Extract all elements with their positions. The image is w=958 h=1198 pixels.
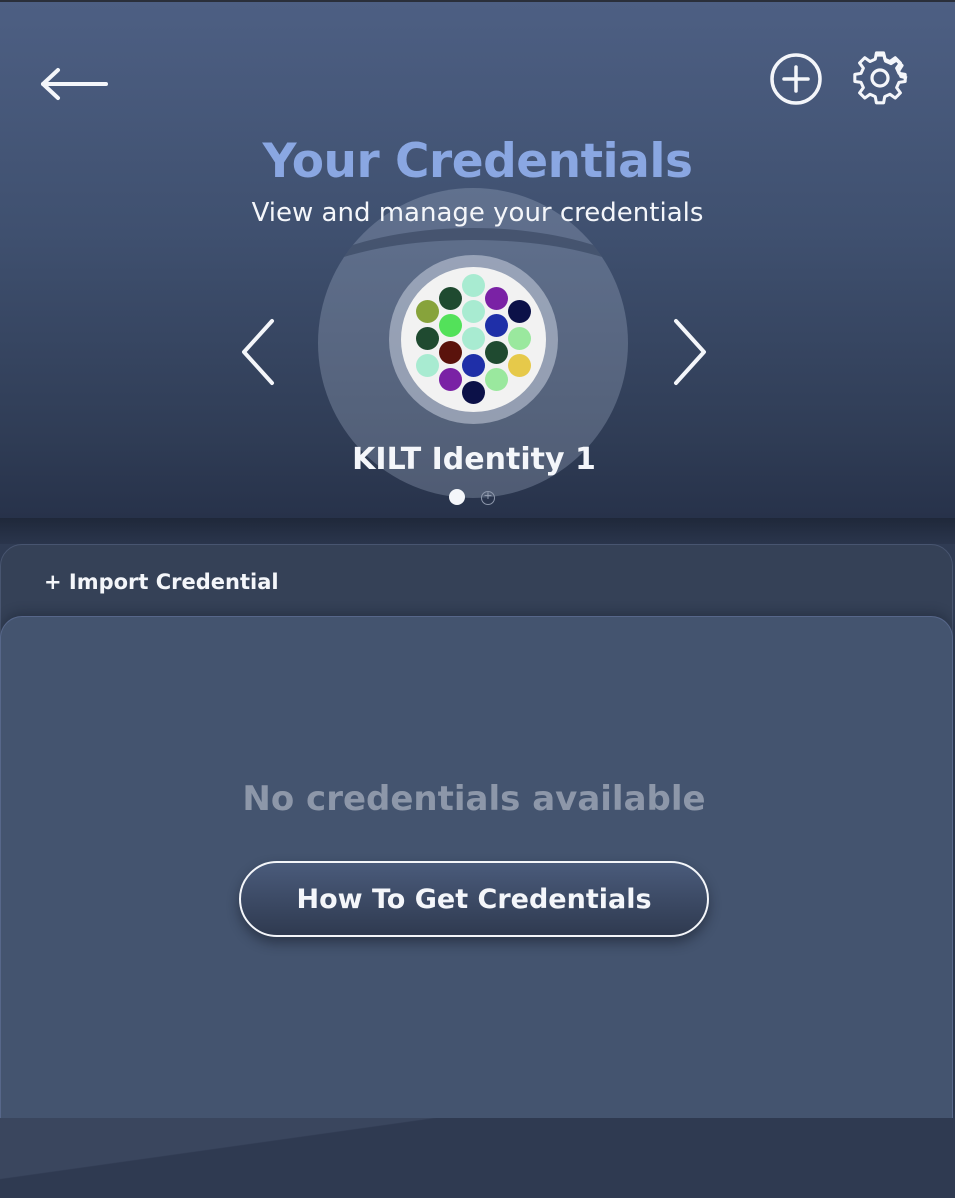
next-identity-button[interactable]	[668, 317, 712, 387]
avatar-dot	[484, 367, 508, 391]
avatar-dot	[461, 273, 485, 297]
avatar-dot	[438, 286, 462, 310]
avatar-dot	[461, 353, 485, 377]
how-to-get-credentials-button[interactable]: How To Get Credentials	[239, 861, 709, 937]
avatar-dot	[415, 353, 439, 377]
header-shadow	[0, 518, 955, 544]
plus-circle-icon	[770, 53, 822, 105]
gear-icon	[853, 51, 908, 105]
avatar-dot	[415, 326, 439, 350]
app-window: Your Credentials View and manage your cr…	[0, 0, 955, 1198]
avatar-dot	[461, 299, 485, 323]
footer-shade	[0, 1118, 955, 1198]
credentials-screen: Your Credentials View and manage your cr…	[0, 0, 958, 1198]
pager-dot-active[interactable]	[449, 489, 465, 505]
avatar-dot	[484, 286, 508, 310]
settings-button[interactable]	[851, 51, 911, 107]
page-title: Your Credentials	[262, 134, 693, 189]
identity-avatar[interactable]	[401, 267, 546, 412]
how-to-get-credentials-label: How To Get Credentials	[296, 883, 652, 915]
previous-identity-button[interactable]	[236, 317, 280, 387]
avatar-dot	[484, 340, 508, 364]
avatar-dot	[438, 313, 462, 337]
back-button[interactable]	[38, 62, 110, 106]
add-identity-button[interactable]	[766, 51, 826, 107]
identity-name: KILT Identity 1	[352, 442, 596, 477]
arrow-left-icon	[41, 68, 108, 100]
avatar-dot	[438, 340, 462, 364]
avatar-dot	[415, 299, 439, 323]
pager-dot-add[interactable]	[481, 489, 495, 505]
avatar-dot	[461, 326, 485, 350]
avatar-dot	[484, 313, 508, 337]
identity-pager	[449, 489, 509, 507]
avatar-dot	[461, 380, 485, 404]
import-credential-label[interactable]: + Import Credential	[44, 567, 279, 597]
footer	[0, 1118, 955, 1198]
avatar-dot	[507, 326, 531, 350]
avatar-dot	[438, 367, 462, 391]
avatar-dot	[507, 299, 531, 323]
chevron-right-icon	[674, 319, 706, 385]
empty-state-text: No credentials available	[242, 779, 706, 819]
chevron-left-icon	[242, 319, 274, 385]
page-subtitle: View and manage your credentials	[251, 198, 704, 228]
avatar-dot	[507, 353, 531, 377]
